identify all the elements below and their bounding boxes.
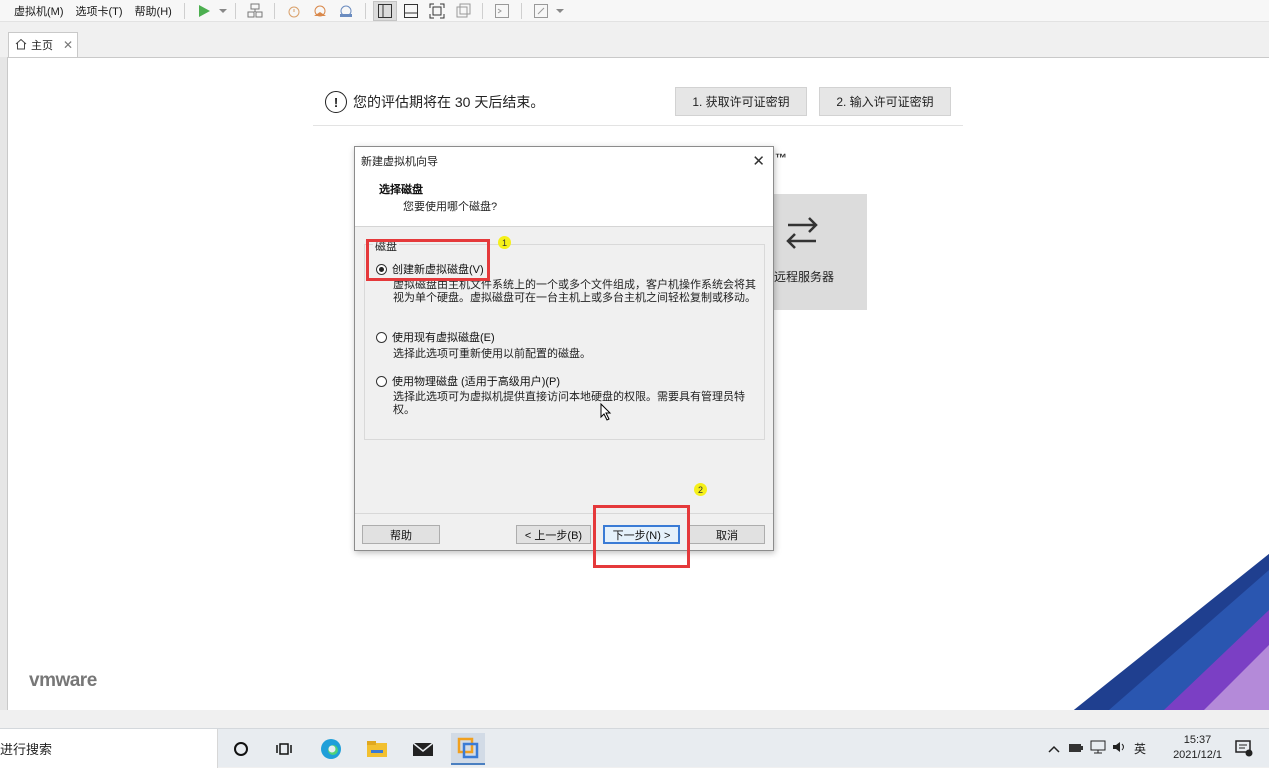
toolbar-separator: [520, 2, 522, 19]
toolbar-separator: [234, 2, 236, 19]
vmware-icon[interactable]: [451, 733, 485, 765]
dropdown-arrow-icon[interactable]: [218, 1, 228, 21]
toolbar-separator: [364, 2, 366, 19]
annotation-badge: 1: [498, 236, 511, 249]
annotation-highlight-box: [593, 505, 690, 568]
unity-icon[interactable]: [451, 1, 475, 21]
toolbar-separator: [481, 2, 483, 19]
search-placeholder: 进行搜索: [0, 742, 53, 757]
fullscreen-icon[interactable]: [425, 1, 449, 21]
evaluation-text: 您的评估期将在 30 天后结束。: [353, 94, 545, 110]
tab-label: 主页: [31, 40, 53, 52]
new-vm-wizard-dialog: 新建虚拟机向导 ✕ 选择磁盘 您要使用哪个磁盘? 磁盘 创建新虚拟磁盘(V) 虚…: [354, 146, 774, 551]
close-icon[interactable]: ✕: [752, 152, 765, 170]
clock-date: 2021/12/1: [1173, 749, 1222, 761]
taskbar-search-box[interactable]: 进行搜索: [0, 729, 218, 768]
play-icon[interactable]: [192, 1, 216, 21]
menu-vm[interactable]: 虚拟机(M): [0, 3, 70, 19]
radio-use-physical-disk[interactable]: 使用物理磁盘 (适用于高级用户)(P): [376, 373, 560, 389]
remote-server-label: 远程服务器: [774, 270, 835, 284]
page-subheading: 您要使用哪个磁盘?: [403, 201, 498, 213]
option-description: 虚拟磁盘由主机文件系统上的一个或多个文件组成，客户机操作系统会将其视为单个硬盘。…: [393, 279, 756, 304]
volume-icon[interactable]: [1112, 741, 1126, 756]
chevron-up-icon[interactable]: [1048, 742, 1060, 756]
tab-home[interactable]: 主页 ✕: [8, 32, 78, 57]
battery-icon[interactable]: [1068, 742, 1084, 756]
terminal-icon[interactable]: [490, 1, 514, 21]
console-view-icon[interactable]: [399, 1, 423, 21]
left-panel-edge: [0, 57, 7, 710]
file-explorer-icon[interactable]: [360, 733, 394, 765]
annotation-highlight-box: [366, 239, 490, 281]
enter-license-button[interactable]: 2. 输入许可证密钥: [819, 87, 951, 116]
mail-icon[interactable]: [406, 733, 440, 765]
divider: [355, 513, 773, 514]
radio-button[interactable]: [376, 375, 387, 387]
clock[interactable]: 15:37 2021/12/1: [1173, 733, 1222, 763]
trademark-mark: ™: [775, 151, 787, 165]
annotation-badge: 2: [694, 483, 707, 496]
mouse-cursor-icon: [600, 403, 612, 421]
snapshot-icon[interactable]: [282, 1, 306, 21]
snapshot-restore-icon[interactable]: [308, 1, 332, 21]
get-license-button[interactable]: 1. 获取许可证密钥: [675, 87, 807, 116]
option-description: 选择此选项可重新使用以前配置的磁盘。: [393, 348, 591, 360]
notification-icon[interactable]: [1235, 739, 1253, 760]
vmware-logo: vmware: [29, 670, 97, 691]
system-tray: 英: [1048, 729, 1146, 768]
swap-arrows-icon: [782, 212, 822, 255]
decorative-corner-art: [1069, 550, 1269, 710]
input-method-indicator[interactable]: 英: [1134, 740, 1146, 757]
dialog-titlebar: 新建虚拟机向导 ✕: [355, 147, 773, 174]
edge-icon[interactable]: [314, 733, 348, 765]
option-description: 选择此选项可为虚拟机提供直接访问本地硬盘的权限。需要具有管理员特权。: [393, 391, 745, 416]
help-button[interactable]: 帮助: [362, 525, 440, 544]
network-icon[interactable]: [243, 1, 267, 21]
dropdown-arrow-icon[interactable]: [555, 1, 565, 21]
info-icon: !: [325, 91, 347, 113]
back-button[interactable]: < 上一步(B): [516, 525, 591, 544]
menubar: 虚拟机(M) 选项卡(T) 帮助(H): [0, 0, 1269, 22]
option-label: 使用物理磁盘 (适用于高级用户)(P): [392, 376, 561, 388]
clock-time: 15:37: [1183, 734, 1212, 746]
stretch-icon[interactable]: [529, 1, 553, 21]
radio-button[interactable]: [376, 331, 387, 343]
toolbar-separator: [183, 2, 185, 19]
radio-use-existing-disk[interactable]: 使用现有虚拟磁盘(E): [376, 329, 495, 345]
page-heading: 选择磁盘: [379, 184, 423, 196]
snapshot-manager-icon[interactable]: [334, 1, 358, 21]
close-icon[interactable]: ✕: [63, 38, 73, 52]
normal-view-icon[interactable]: [372, 0, 397, 21]
taskbar: 进行搜索 英 15:37 2021/12/1: [0, 728, 1269, 768]
menu-help[interactable]: 帮助(H): [129, 3, 178, 19]
cortana-icon[interactable]: [224, 733, 258, 765]
evaluation-notice: ! 您的评估期将在 30 天后结束。: [325, 88, 544, 116]
option-label: 使用现有虚拟磁盘(E): [392, 332, 495, 344]
network-icon[interactable]: [1090, 740, 1106, 757]
tab-strip: 主页 ✕: [0, 22, 1269, 58]
connect-remote-server-tile[interactable]: 远程服务器: [768, 194, 867, 310]
dialog-header: 选择磁盘 您要使用哪个磁盘?: [355, 174, 773, 227]
cancel-button[interactable]: 取消: [689, 525, 765, 544]
toolbar-separator: [273, 2, 275, 19]
divider: [313, 125, 963, 126]
task-view-icon[interactable]: [267, 733, 301, 765]
dialog-title: 新建虚拟机向导: [361, 155, 438, 168]
menu-tabs[interactable]: 选项卡(T): [70, 3, 129, 19]
home-icon: [15, 38, 27, 53]
